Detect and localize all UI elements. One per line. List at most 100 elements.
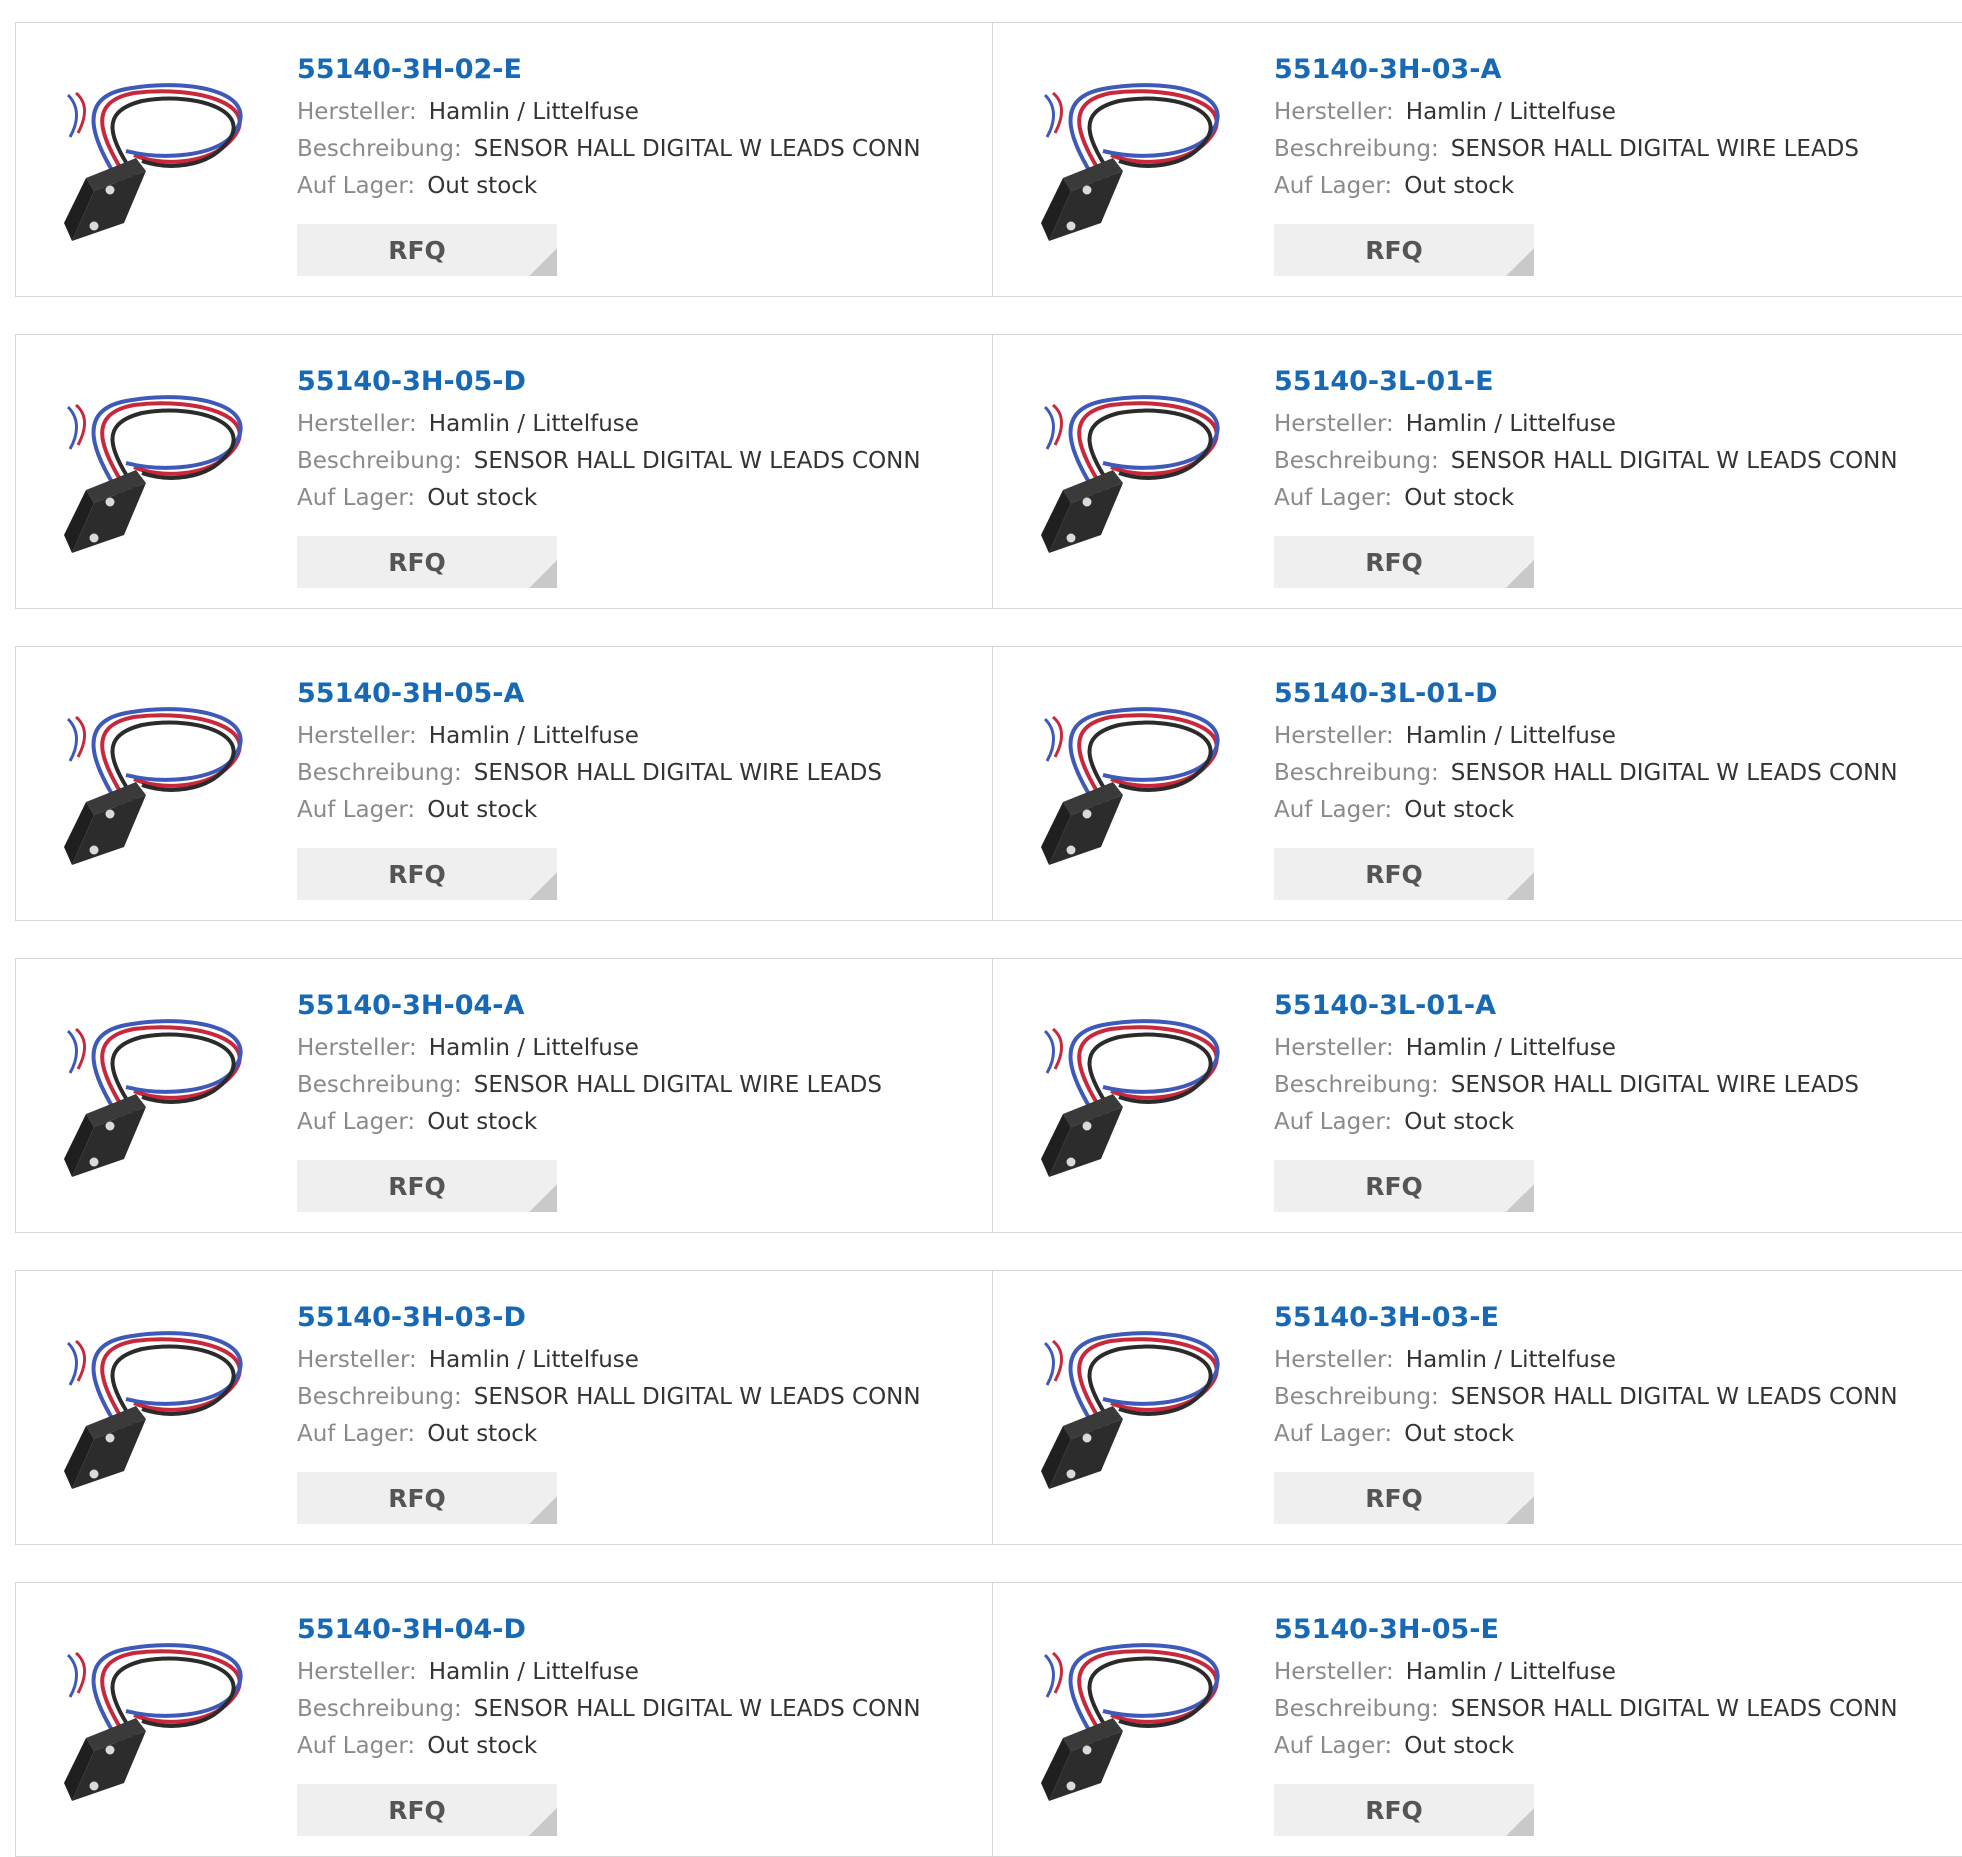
product-part-number-link[interactable]: 55140-3H-05-D — [297, 363, 947, 401]
product-part-number-link[interactable]: 55140-3H-02-E — [297, 51, 947, 89]
description-value: SENSOR HALL DIGITAL W LEADS CONN — [1450, 1696, 1898, 1722]
stock-value: Out stock — [427, 485, 538, 511]
manufacturer-value: Hamlin / Littelfuse — [1405, 1347, 1616, 1373]
description-label: Beschreibung: — [1274, 1072, 1439, 1098]
rfq-button[interactable]: RFQ — [1274, 1472, 1534, 1524]
product-image[interactable] — [56, 375, 256, 575]
stock-value: Out stock — [1404, 1733, 1515, 1759]
rfq-button-label: RFQ — [388, 1795, 446, 1825]
rfq-button[interactable]: RFQ — [1274, 1784, 1534, 1836]
description-label: Beschreibung: — [1274, 1696, 1439, 1722]
product-info: 55140-3H-05-A Hersteller: Hamlin / Littel… — [297, 675, 947, 829]
product-image[interactable] — [56, 1623, 256, 1823]
manufacturer-label: Hersteller: — [1274, 99, 1394, 125]
rfq-button[interactable]: RFQ — [297, 1160, 557, 1212]
stock-value: Out stock — [1404, 1109, 1515, 1135]
product-image[interactable] — [1033, 1623, 1233, 1823]
hall-sensor-wire-leads-image — [1041, 83, 1220, 241]
product-image[interactable] — [1033, 63, 1233, 263]
rfq-button-label: RFQ — [1365, 1483, 1423, 1513]
rfq-button[interactable]: RFQ — [1274, 536, 1534, 588]
manufacturer-label: Hersteller: — [297, 1347, 417, 1373]
product-card-55140-3h-05-e: 55140-3H-05-E Hersteller: Hamlin / Littel… — [993, 1582, 1962, 1857]
rfq-button-label: RFQ — [388, 1483, 446, 1513]
manufacturer-value: Hamlin / Littelfuse — [428, 1035, 639, 1061]
product-card-55140-3l-01-a: 55140-3L-01-A Hersteller: Hamlin / Littel… — [993, 958, 1962, 1233]
manufacturer-label: Hersteller: — [1274, 1659, 1394, 1685]
stock-row: Auf Lager: Out stock — [297, 480, 947, 517]
manufacturer-label: Hersteller: — [1274, 411, 1394, 437]
stock-row: Auf Lager: Out stock — [297, 1416, 947, 1453]
stock-value: Out stock — [427, 173, 538, 199]
description-row: Beschreibung: SENSOR HALL DIGITAL W LEADS… — [1274, 1379, 1924, 1416]
product-image[interactable] — [56, 63, 256, 263]
manufacturer-row: Hersteller: Hamlin / Littelfuse — [1274, 1030, 1924, 1067]
product-info: 55140-3H-04-A Hersteller: Hamlin / Littel… — [297, 987, 947, 1141]
stock-row: Auf Lager: Out stock — [1274, 168, 1924, 205]
stock-label: Auf Lager: — [1274, 1109, 1393, 1135]
product-image[interactable] — [56, 999, 256, 1199]
product-part-number-link[interactable]: 55140-3H-03-E — [1274, 1299, 1924, 1337]
product-info: 55140-3H-04-D Hersteller: Hamlin / Littel… — [297, 1611, 947, 1765]
stock-label: Auf Lager: — [1274, 485, 1393, 511]
description-label: Beschreibung: — [297, 136, 462, 162]
product-part-number-link[interactable]: 55140-3H-05-E — [1274, 1611, 1924, 1649]
rfq-button[interactable]: RFQ — [1274, 848, 1534, 900]
product-part-number-link[interactable]: 55140-3H-03-A — [1274, 51, 1924, 89]
rfq-button[interactable]: RFQ — [297, 536, 557, 588]
hall-sensor-with-leads-image — [64, 1643, 243, 1801]
product-image[interactable] — [1033, 999, 1233, 1199]
product-info: 55140-3L-01-A Hersteller: Hamlin / Littel… — [1274, 987, 1924, 1141]
rfq-button[interactable]: RFQ — [297, 1784, 557, 1836]
product-part-number-link[interactable]: 55140-3H-03-D — [297, 1299, 947, 1337]
product-part-number-link[interactable]: 55140-3H-05-A — [297, 675, 947, 713]
rfq-button[interactable]: RFQ — [297, 848, 557, 900]
manufacturer-label: Hersteller: — [297, 99, 417, 125]
stock-row: Auf Lager: Out stock — [297, 792, 947, 829]
description-value: SENSOR HALL DIGITAL WIRE LEADS — [473, 1072, 882, 1098]
product-image[interactable] — [1033, 687, 1233, 887]
manufacturer-label: Hersteller: — [297, 723, 417, 749]
manufacturer-value: Hamlin / Littelfuse — [428, 1347, 639, 1373]
product-part-number-link[interactable]: 55140-3L-01-E — [1274, 363, 1924, 401]
rfq-button[interactable]: RFQ — [1274, 1160, 1534, 1212]
description-row: Beschreibung: SENSOR HALL DIGITAL W LEADS… — [297, 1379, 947, 1416]
description-row: Beschreibung: SENSOR HALL DIGITAL W LEADS… — [297, 1691, 947, 1728]
manufacturer-row: Hersteller: Hamlin / Littelfuse — [297, 406, 947, 443]
manufacturer-value: Hamlin / Littelfuse — [1405, 411, 1616, 437]
manufacturer-value: Hamlin / Littelfuse — [1405, 1035, 1616, 1061]
manufacturer-value: Hamlin / Littelfuse — [428, 723, 639, 749]
product-part-number-link[interactable]: 55140-3H-04-D — [297, 1611, 947, 1649]
product-image[interactable] — [56, 687, 256, 887]
manufacturer-row: Hersteller: Hamlin / Littelfuse — [1274, 94, 1924, 131]
stock-label: Auf Lager: — [297, 485, 416, 511]
manufacturer-row: Hersteller: Hamlin / Littelfuse — [1274, 718, 1924, 755]
manufacturer-row: Hersteller: Hamlin / Littelfuse — [1274, 406, 1924, 443]
description-row: Beschreibung: SENSOR HALL DIGITAL W LEADS… — [1274, 1691, 1924, 1728]
description-value: SENSOR HALL DIGITAL W LEADS CONN — [1450, 448, 1898, 474]
description-value: SENSOR HALL DIGITAL W LEADS CONN — [473, 1696, 921, 1722]
product-part-number-link[interactable]: 55140-3L-01-A — [1274, 987, 1924, 1025]
stock-value: Out stock — [1404, 485, 1515, 511]
rfq-button[interactable]: RFQ — [297, 224, 557, 276]
rfq-button[interactable]: RFQ — [297, 1472, 557, 1524]
description-value: SENSOR HALL DIGITAL WIRE LEADS — [1450, 136, 1859, 162]
manufacturer-label: Hersteller: — [1274, 1347, 1394, 1373]
product-image[interactable] — [56, 1311, 256, 1511]
description-label: Beschreibung: — [297, 1696, 462, 1722]
hall-sensor-wire-leads-image — [64, 1019, 243, 1177]
hall-sensor-with-leads-image — [1041, 395, 1220, 553]
rfq-button-label: RFQ — [1365, 235, 1423, 265]
product-part-number-link[interactable]: 55140-3L-01-D — [1274, 675, 1924, 713]
product-part-number-link[interactable]: 55140-3H-04-A — [297, 987, 947, 1025]
rfq-button[interactable]: RFQ — [1274, 224, 1534, 276]
product-image[interactable] — [1033, 375, 1233, 575]
description-row: Beschreibung: SENSOR HALL DIGITAL WIRE LE… — [1274, 131, 1924, 168]
product-card-55140-3h-02-e: 55140-3H-02-E Hersteller: Hamlin / Littel… — [15, 22, 993, 297]
manufacturer-value: Hamlin / Littelfuse — [428, 99, 639, 125]
product-card-55140-3h-04-d: 55140-3H-04-D Hersteller: Hamlin / Littel… — [15, 1582, 993, 1857]
stock-label: Auf Lager: — [1274, 1421, 1393, 1447]
product-image[interactable] — [1033, 1311, 1233, 1511]
description-label: Beschreibung: — [297, 448, 462, 474]
rfq-button-label: RFQ — [1365, 1795, 1423, 1825]
